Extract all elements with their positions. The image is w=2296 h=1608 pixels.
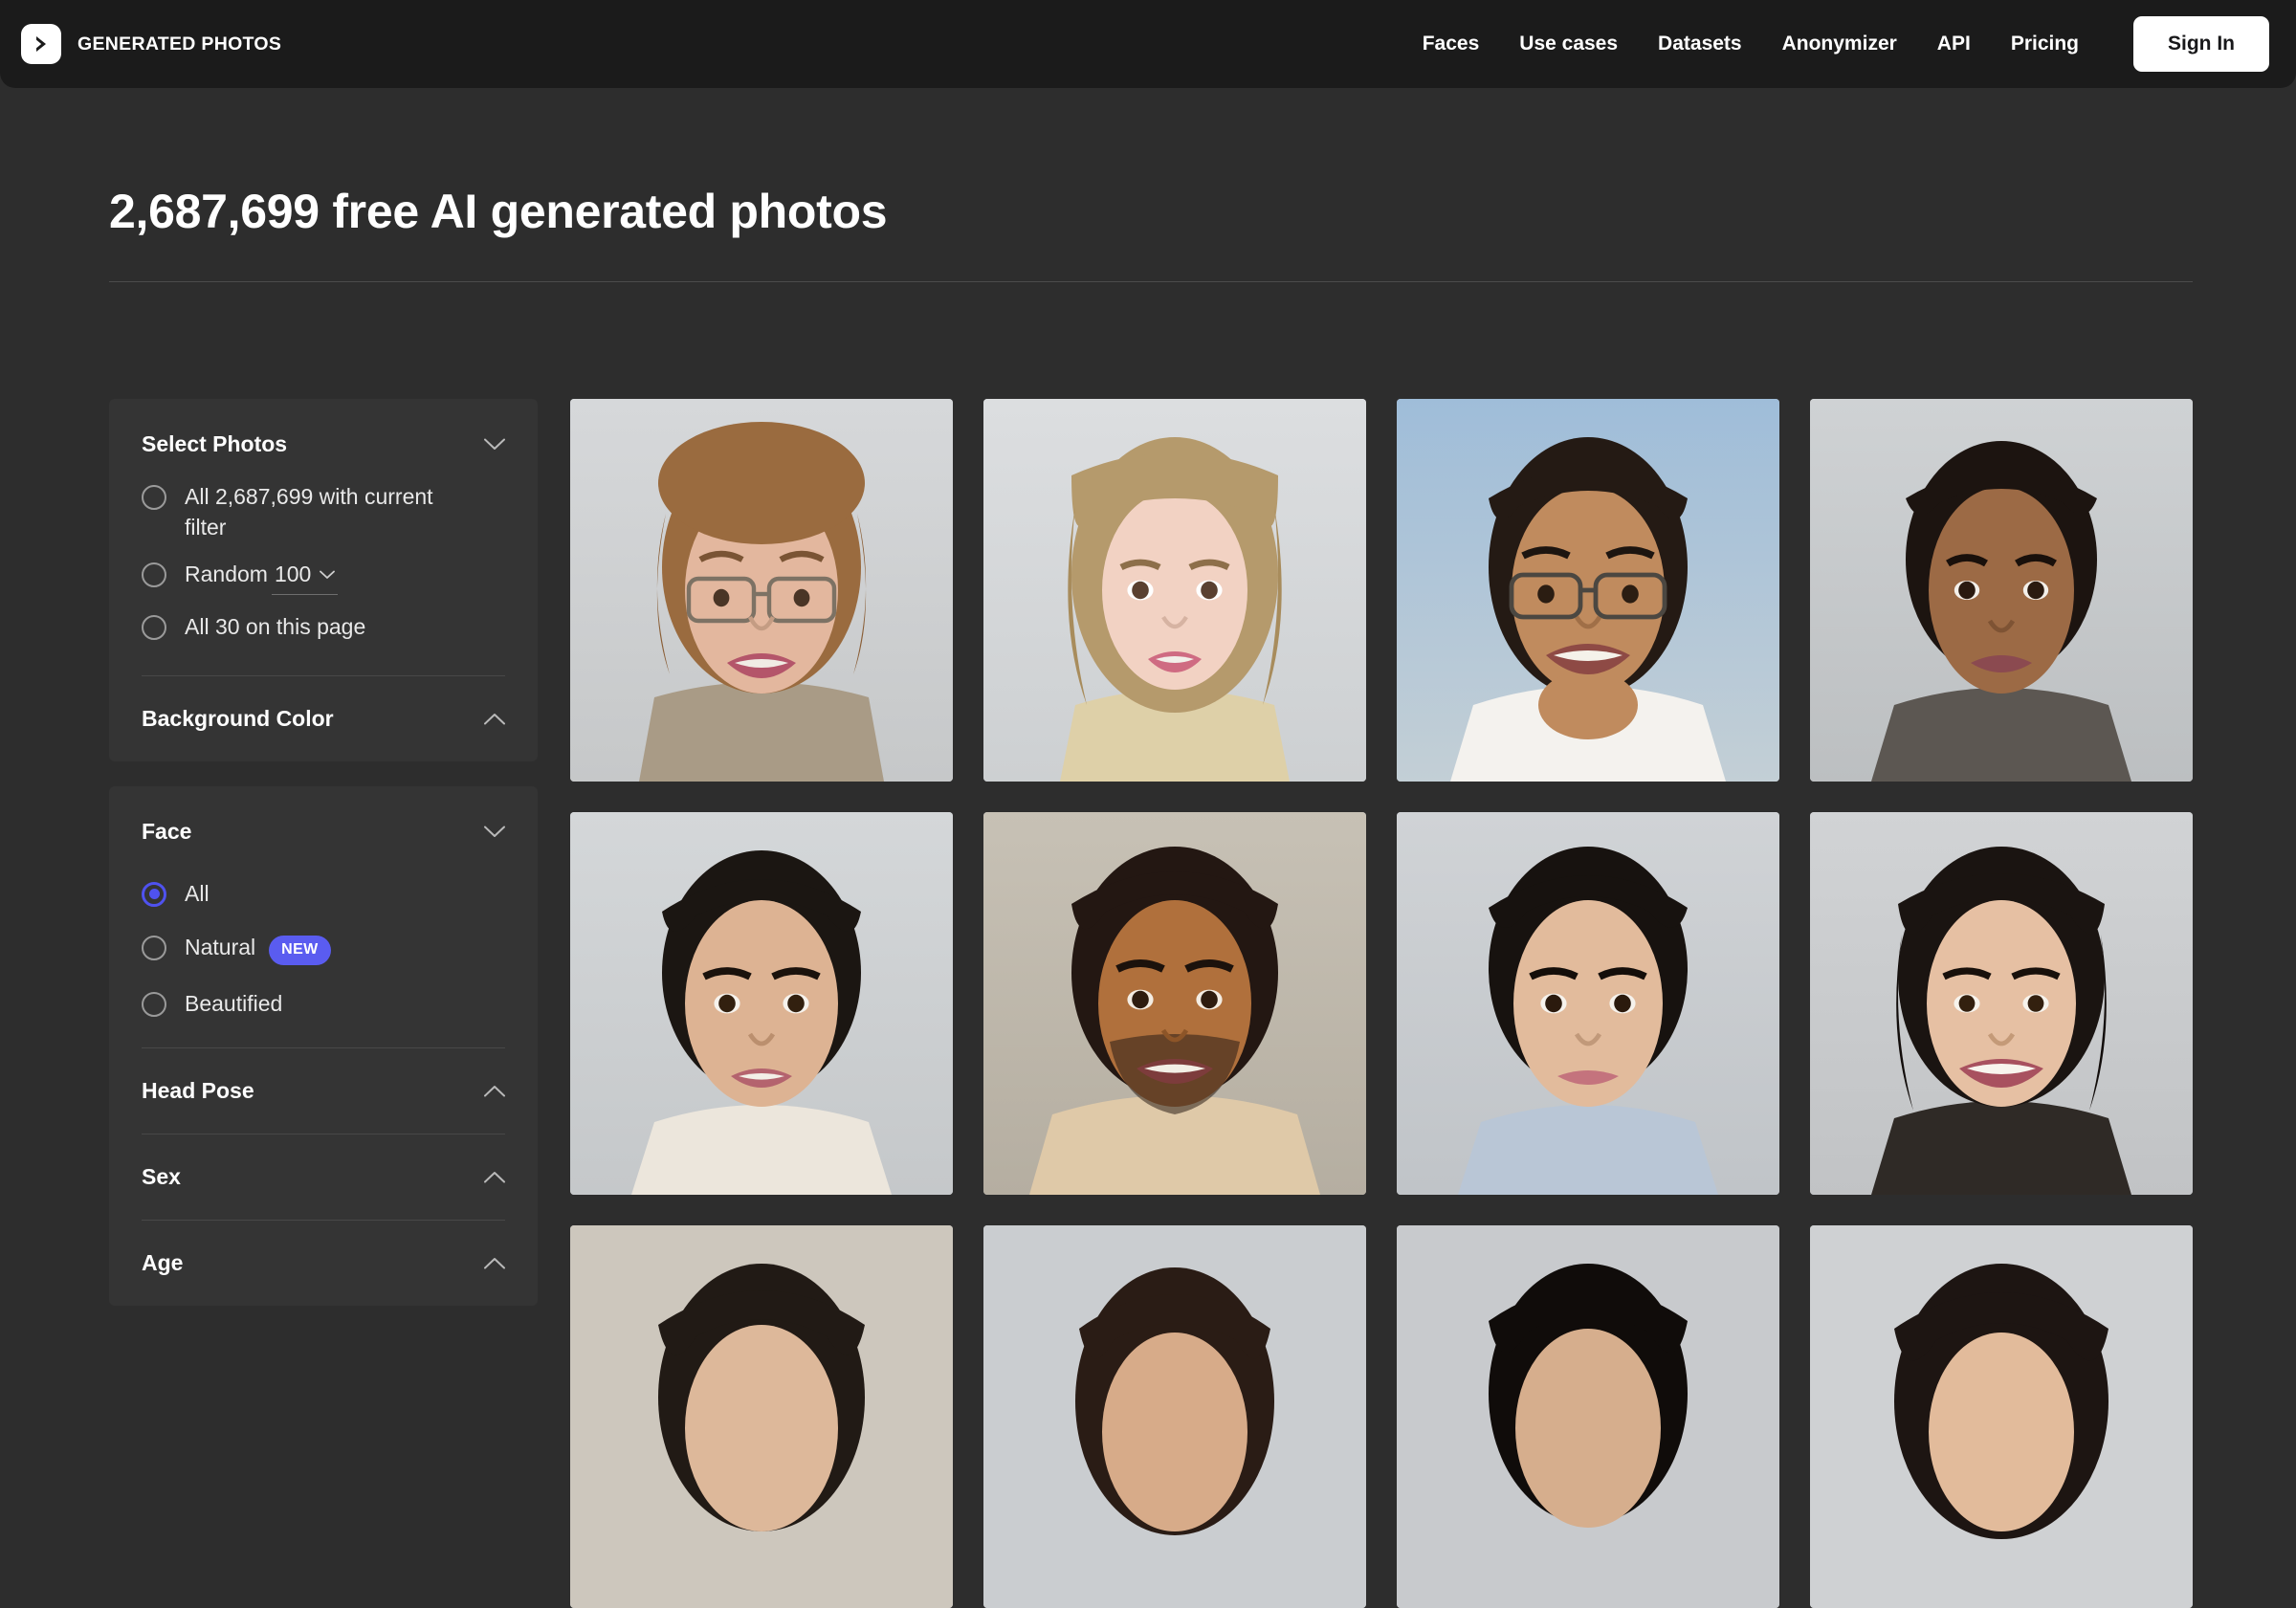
photo-card[interactable] (570, 399, 953, 782)
radio-icon[interactable] (142, 615, 166, 641)
section-header-sex[interactable]: Sex (142, 1134, 505, 1220)
nav-item-use-cases[interactable]: Use cases (1499, 23, 1638, 65)
section-title-select-photos: Select Photos (142, 431, 288, 456)
chevron-up-icon[interactable] (484, 1257, 505, 1269)
photo-card[interactable] (1397, 812, 1779, 1195)
option-label: All (185, 880, 210, 906)
generated-face-photo (1810, 399, 2193, 782)
chevron-right-logo-icon (21, 24, 61, 64)
radio-icon-selected[interactable] (142, 881, 166, 907)
generated-face-photo (1397, 812, 1779, 1195)
radio-icon[interactable] (142, 935, 166, 960)
radio-option-all-with-filter[interactable]: All 2,687,699 with current filter (142, 482, 505, 542)
main-nav: Faces Use cases Datasets Anonymizer API … (1402, 16, 2269, 72)
title-divider (109, 281, 2193, 282)
photo-card[interactable] (1810, 1225, 2193, 1608)
photo-card[interactable] (1397, 1225, 1779, 1608)
section-header-head-pose[interactable]: Head Pose (142, 1048, 505, 1134)
photo-card[interactable] (570, 1225, 953, 1608)
photo-card[interactable] (1397, 399, 1779, 782)
select-photos-options: All 2,687,699 with current filter Random… (142, 465, 505, 675)
random-count-value: 100 (274, 562, 312, 587)
option-label: Beautified (185, 990, 283, 1016)
option-label: Natural (185, 934, 256, 959)
option-label-wrapper: Natural NEW (185, 933, 331, 966)
filter-panel-face: Face All Natural NEW Beautified Head Pos… (109, 785, 538, 1307)
generated-face-photo (570, 812, 953, 1195)
radio-option-random[interactable]: Random 100 (142, 560, 505, 596)
radio-option-face-natural[interactable]: Natural NEW (142, 933, 505, 966)
page-title: 2,687,699 free AI generated photos (109, 185, 888, 238)
face-options: All Natural NEW Beautified (142, 852, 505, 1048)
new-badge: NEW (269, 935, 331, 965)
option-label-wrapper: Random 100 (185, 560, 339, 596)
chevron-down-icon[interactable] (484, 438, 505, 451)
filter-panel-select-photos: Select Photos All 2,687,699 with current… (109, 399, 538, 761)
random-count-select[interactable]: 100 (271, 560, 339, 596)
page-body: 2,687,699 free AI generated photos Selec… (0, 88, 2296, 1608)
photo-card[interactable] (983, 399, 1366, 782)
section-title-face: Face (142, 818, 192, 844)
radio-option-face-beautified[interactable]: Beautified (142, 989, 505, 1020)
brand-name: GENERATED PHOTOS (77, 33, 282, 55)
radio-icon[interactable] (142, 485, 166, 510)
photo-card[interactable] (1810, 399, 2193, 782)
chevron-up-icon[interactable] (484, 713, 505, 725)
radio-icon[interactable] (142, 562, 166, 588)
section-header-select-photos[interactable]: Select Photos (142, 399, 505, 465)
generated-face-photo (1810, 812, 2193, 1195)
photo-card[interactable] (983, 1225, 1366, 1608)
radio-icon[interactable] (142, 991, 166, 1017)
filters-sidebar: Select Photos All 2,687,699 with current… (109, 399, 538, 1331)
generated-face-photo (1397, 1225, 1779, 1608)
nav-item-pricing[interactable]: Pricing (1991, 23, 2099, 65)
generated-face-photo (570, 1225, 953, 1608)
section-title-sex: Sex (142, 1164, 181, 1190)
radio-option-face-all[interactable]: All (142, 879, 505, 910)
section-header-age[interactable]: Age (142, 1221, 505, 1306)
section-header-background-color[interactable]: Background Color (142, 676, 505, 761)
option-label: All 2,687,699 with current filter (185, 484, 433, 540)
nav-item-anonymizer[interactable]: Anonymizer (1762, 23, 1917, 65)
section-title-head-pose: Head Pose (142, 1078, 254, 1104)
photo-grid (570, 399, 2193, 1608)
photo-card[interactable] (570, 812, 953, 1195)
section-title-background-color: Background Color (142, 705, 334, 731)
chevron-down-icon[interactable] (484, 826, 505, 838)
nav-item-faces[interactable]: Faces (1402, 23, 1500, 65)
brand-logo-link[interactable]: GENERATED PHOTOS (21, 24, 281, 64)
option-label: Random (185, 562, 268, 587)
chevron-up-icon[interactable] (484, 1171, 505, 1183)
site-header: GENERATED PHOTOS Faces Use cases Dataset… (0, 0, 2296, 88)
nav-item-datasets[interactable]: Datasets (1638, 23, 1762, 65)
section-header-face[interactable]: Face (142, 786, 505, 852)
photo-card[interactable] (1810, 812, 2193, 1195)
generated-face-photo (1810, 1225, 2193, 1608)
chevron-down-icon[interactable] (320, 570, 336, 580)
nav-item-api[interactable]: API (1917, 23, 1991, 65)
sign-in-button[interactable]: Sign In (2133, 16, 2269, 72)
radio-option-all-on-page[interactable]: All 30 on this page (142, 612, 505, 643)
chevron-up-icon[interactable] (484, 1085, 505, 1097)
generated-face-photo (983, 399, 1366, 782)
generated-face-photo (983, 1225, 1366, 1608)
generated-face-photo (983, 812, 1366, 1195)
generated-face-photo (570, 399, 953, 782)
photo-card[interactable] (983, 812, 1366, 1195)
option-label: All 30 on this page (185, 614, 366, 640)
section-title-age: Age (142, 1250, 184, 1276)
generated-face-photo (1397, 399, 1779, 782)
